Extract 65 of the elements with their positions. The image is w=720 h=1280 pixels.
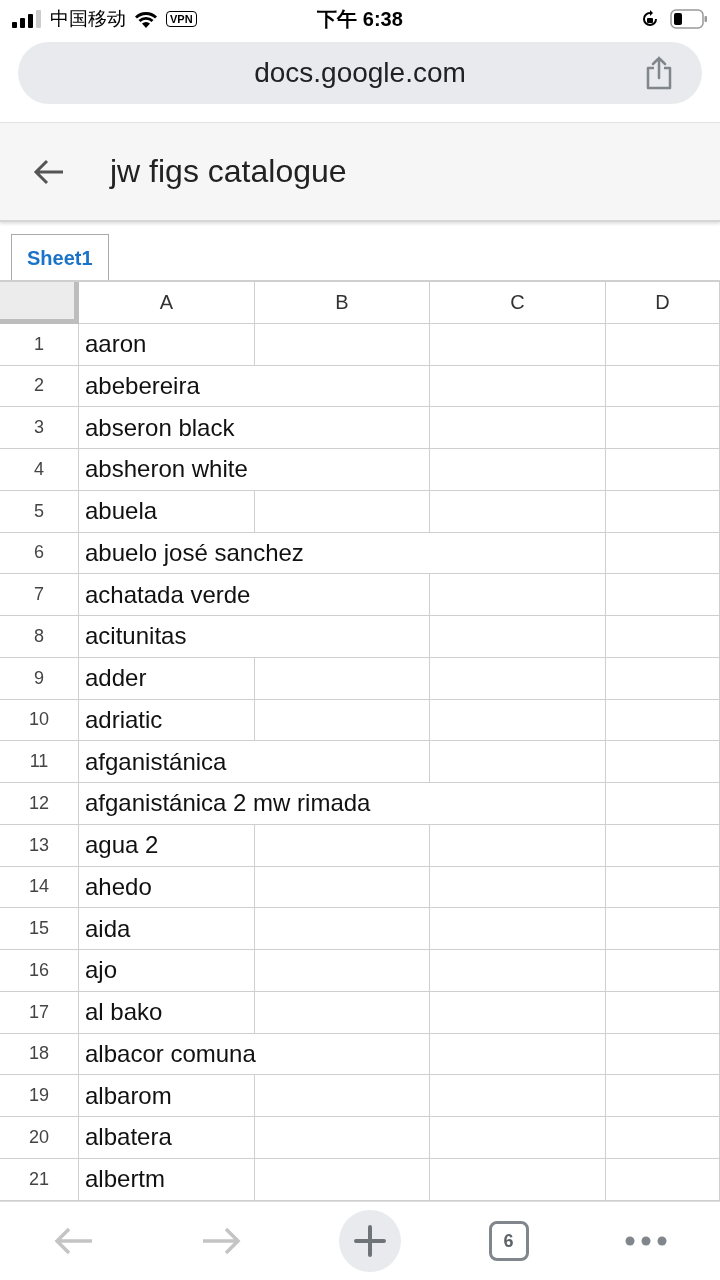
row-number[interactable]: 5 xyxy=(0,490,79,533)
column-header[interactable]: D xyxy=(606,282,720,324)
row-number[interactable]: 1 xyxy=(0,323,79,366)
row-number[interactable]: 7 xyxy=(0,574,79,616)
back-arrow-icon xyxy=(53,1226,94,1256)
row-number[interactable]: 12 xyxy=(0,783,79,825)
row-number[interactable]: 2 xyxy=(0,365,79,408)
url-text: docs.google.com xyxy=(254,57,466,89)
table-cell: afganistánica xyxy=(79,741,430,783)
battery-icon xyxy=(670,9,708,29)
table-cell: al bako xyxy=(79,991,255,1034)
row-number[interactable]: 20 xyxy=(0,1117,79,1159)
plus-icon xyxy=(354,1225,386,1257)
column-header[interactable]: B xyxy=(255,282,430,324)
row-number[interactable]: 15 xyxy=(0,908,79,950)
row-number[interactable]: 11 xyxy=(0,741,79,783)
row-number[interactable]: 6 xyxy=(0,532,79,575)
forward-arrow-icon xyxy=(201,1226,242,1256)
row-number[interactable]: 3 xyxy=(0,407,79,449)
table-cell: abebereira xyxy=(79,365,430,408)
sheet-tab[interactable]: Sheet1 xyxy=(11,234,109,281)
address-bar[interactable]: docs.google.com xyxy=(18,42,702,104)
table-cell: achatada verde xyxy=(79,574,430,616)
status-time: 下午 6:38 xyxy=(317,6,403,32)
rotation-lock-icon xyxy=(640,9,660,29)
select-all-corner[interactable] xyxy=(0,282,79,324)
table-cell: albarom xyxy=(79,1075,255,1117)
row-number[interactable]: 19 xyxy=(0,1075,79,1117)
row-number[interactable]: 8 xyxy=(0,616,79,658)
row-number[interactable]: 17 xyxy=(0,991,79,1034)
row-number[interactable]: 13 xyxy=(0,824,79,867)
row-number[interactable]: 21 xyxy=(0,1158,79,1201)
table-cell: albatera xyxy=(79,1117,255,1159)
more-icon xyxy=(625,1236,668,1246)
table-cell: agua 2 xyxy=(79,824,255,867)
row-number[interactable]: 10 xyxy=(0,699,79,742)
column-header[interactable]: A xyxy=(79,282,255,324)
vpn-badge: VPN xyxy=(166,11,197,27)
table-cell: abuela xyxy=(79,490,255,533)
table-cell: adriatic xyxy=(79,699,255,742)
table-cell: ahedo xyxy=(79,866,255,909)
row-number[interactable]: 4 xyxy=(0,449,79,491)
table-cell: afganistánica 2 mw rimada xyxy=(79,783,606,825)
back-arrow-icon xyxy=(33,157,65,186)
tab-count-button[interactable]: 6 xyxy=(488,1221,529,1261)
table-cell: aida xyxy=(79,908,255,950)
table-cell: albertm xyxy=(79,1158,255,1201)
row-number[interactable]: 14 xyxy=(0,866,79,909)
column-header[interactable]: C xyxy=(430,282,606,324)
table-cell: abuelo josé sanchez xyxy=(79,532,606,575)
share-icon xyxy=(644,56,674,90)
wifi-icon xyxy=(134,10,158,28)
table-cell: absheron white xyxy=(79,449,430,491)
document-title: jw figs catalogue xyxy=(110,153,347,190)
table-cell: adder xyxy=(79,657,255,700)
carrier-name: 中国移动 xyxy=(50,7,126,31)
row-number[interactable]: 18 xyxy=(0,1033,79,1076)
signal-icon xyxy=(12,10,42,28)
table-cell: aaron xyxy=(79,323,255,366)
row-number[interactable]: 16 xyxy=(0,950,79,992)
table-cell: abseron black xyxy=(79,407,430,449)
table-cell: acitunitas xyxy=(79,616,430,658)
table-cell: ajo xyxy=(79,950,255,992)
table-cell: albacor comuna xyxy=(79,1033,430,1076)
row-number[interactable]: 9 xyxy=(0,657,79,700)
